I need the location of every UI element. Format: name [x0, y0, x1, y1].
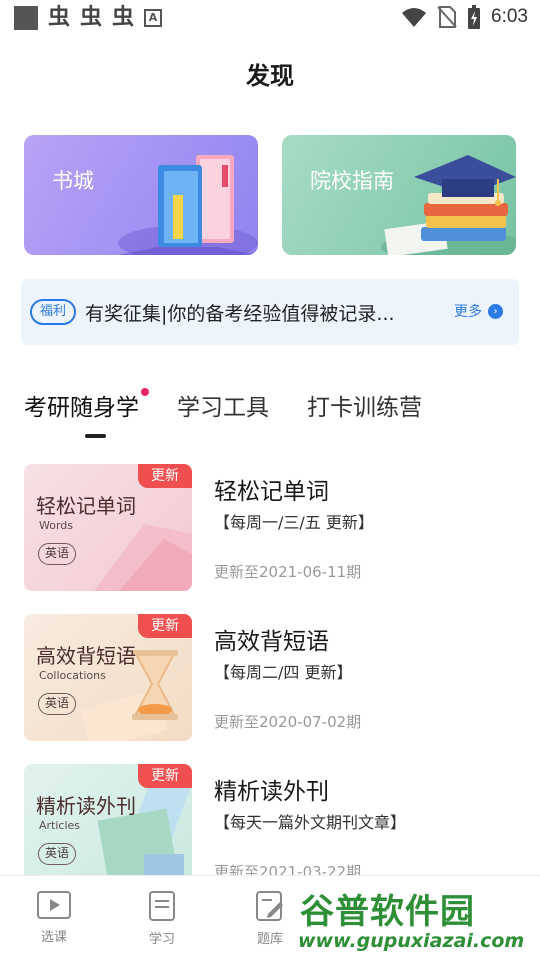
category-tabs: 考研随身学 学习工具 打卡训练营: [24, 388, 460, 422]
nav-question-bank[interactable]: 题库: [240, 890, 300, 947]
course-schedule: 【每周一/三/五 更新】: [214, 513, 374, 532]
course-item[interactable]: 高效背短语 Collocations 英语 更新 高效背短语 【每周二/四 更新…: [24, 614, 516, 741]
watermark-url: www.gupuxiazai.com: [298, 930, 525, 952]
tab-checkin-camp[interactable]: 打卡训练营: [307, 388, 422, 422]
bookstore-card[interactable]: 书城: [24, 135, 258, 255]
watermark-title: 谷普软件园: [300, 892, 475, 932]
graduation-cap-illustration: [381, 155, 516, 255]
thumb-subtitle: Articles: [39, 819, 81, 832]
nav-label: 学习: [148, 932, 175, 947]
tab-label: 打卡训练营: [307, 395, 422, 421]
thumb-title: 精析读外刊: [36, 794, 136, 818]
bug-icon: 虫: [112, 5, 135, 30]
course-thumbnail: 高效背短语 Collocations 英语 更新: [24, 614, 192, 741]
site-watermark: 谷普软件园 www.gupuxiazai.com: [296, 884, 540, 960]
course-title: 高效背短语: [214, 629, 329, 655]
tab-study-tools[interactable]: 学习工具: [177, 388, 269, 422]
chevron-right-icon: ›: [488, 303, 503, 319]
battery-icon: [468, 5, 481, 29]
course-title: 轻松记单词: [214, 479, 329, 505]
page-title: 发现: [246, 62, 294, 90]
bookstore-label: 书城: [52, 169, 94, 193]
tab-study-on-the-go[interactable]: 考研随身学: [24, 388, 149, 422]
update-badge: 更新: [138, 614, 192, 638]
course-schedule: 【每天一篇外文期刊文章】: [214, 813, 407, 832]
language-tag: 英语: [38, 543, 76, 565]
thumb-title: 轻松记单词: [36, 494, 136, 518]
books-illustration: [118, 155, 258, 255]
system-icons: 6:03: [401, 5, 528, 29]
course-thumbnail: 轻松记单词 Words 英语 更新: [24, 464, 192, 591]
school-guide-card[interactable]: 院校指南: [282, 135, 516, 255]
welfare-tag: 福利: [30, 299, 76, 325]
nav-study[interactable]: 学习: [132, 890, 192, 947]
play-icon: [37, 891, 71, 919]
edit-icon: [256, 891, 283, 921]
tab-indicator: [85, 434, 106, 438]
new-dot-badge: [141, 388, 149, 396]
course-item[interactable]: 精析读外刊 Articles 英语 更新 精析读外刊 【每天一篇外文期刊文章】 …: [24, 764, 516, 891]
document-icon: [149, 891, 175, 921]
update-badge: 更新: [138, 764, 192, 788]
wifi-icon: [402, 8, 427, 27]
thumb-subtitle: Collocations: [39, 669, 106, 682]
status-bar: 虫 虫 虫 A 6:03: [0, 0, 540, 36]
thumb-subtitle: Words: [39, 519, 74, 532]
notice-text[interactable]: 有奖征集|你的备考经验值得被记录...: [85, 299, 395, 326]
course-update-date: 更新至2020-07-02期: [214, 713, 362, 731]
nav-label: 题库: [256, 932, 283, 947]
text-icon: A: [144, 9, 163, 27]
course-title: 精析读外刊: [214, 779, 329, 805]
notice-bar[interactable]: 福利 有奖征集|你的备考经验值得被记录... 更多 ›: [21, 279, 519, 345]
tab-label: 考研随身学: [24, 395, 139, 421]
more-label: 更多: [454, 304, 482, 320]
notification-icons: 虫 虫 虫 A: [14, 5, 163, 30]
language-tag: 英语: [38, 693, 76, 715]
nav-label: 选课: [40, 930, 67, 945]
bug-icon: 虫: [48, 5, 71, 30]
more-link[interactable]: 更多 ›: [454, 301, 503, 321]
course-schedule: 【每周二/四 更新】: [214, 663, 353, 682]
course-item[interactable]: 轻松记单词 Words 英语 更新 轻松记单词 【每周一/三/五 更新】 更新至…: [24, 464, 516, 591]
square-icon: [14, 6, 38, 30]
language-tag: 英语: [38, 843, 76, 865]
no-sim-icon: [437, 6, 457, 28]
course-thumbnail: 精析读外刊 Articles 英语 更新: [24, 764, 192, 891]
clock: 6:03: [491, 6, 528, 27]
tab-label: 学习工具: [177, 395, 269, 421]
nav-courses[interactable]: 选课: [24, 890, 84, 945]
bug-icon: 虫: [80, 5, 103, 30]
course-update-date: 更新至2021-06-11期: [214, 563, 362, 581]
thumb-title: 高效背短语: [36, 644, 136, 668]
update-badge: 更新: [138, 464, 192, 488]
